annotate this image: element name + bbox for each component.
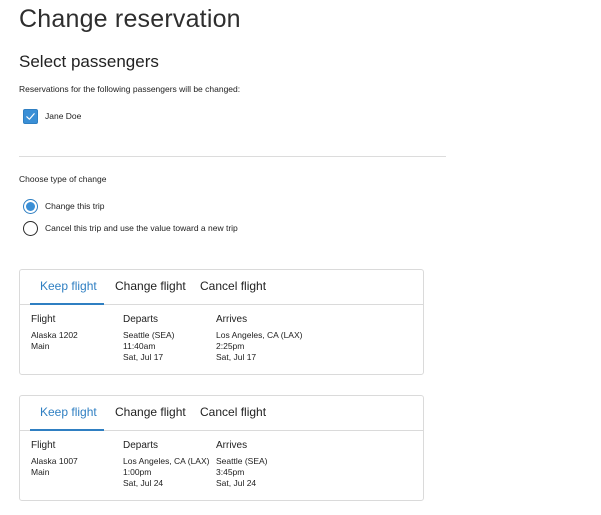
radio-change-this-trip[interactable]: Change this trip — [23, 198, 105, 214]
section-title-select-passengers: Select passengers — [19, 52, 159, 71]
departure-time: 1:00pm — [123, 467, 152, 477]
departs-column-header: Departs — [123, 314, 159, 325]
departure-city: Los Angeles, CA (LAX) — [123, 456, 210, 466]
active-tab-indicator — [30, 429, 104, 431]
arrival-date: Sat, Jul 17 — [216, 352, 257, 362]
active-tab-indicator — [30, 303, 104, 305]
radio-label: Change this trip — [45, 201, 105, 211]
flight-card: Keep flight Change flight Cancel flight … — [19, 269, 424, 375]
tab-keep-flight[interactable]: Keep flight — [40, 279, 97, 305]
radio-button[interactable] — [23, 220, 38, 236]
change-type-title: Choose type of change — [19, 174, 107, 184]
arrival-city: Los Angeles, CA (LAX) — [216, 330, 303, 340]
flight-column-header: Flight — [31, 314, 56, 325]
flight-number: Alaska 1007 — [31, 456, 78, 466]
radio-cancel-trip[interactable]: Cancel this trip and use the value towar… — [23, 220, 238, 236]
section-divider — [19, 156, 446, 157]
flight-number: Alaska 1202 — [31, 330, 78, 340]
arrives-column-header: Arrives — [216, 440, 248, 451]
passenger-checkbox[interactable] — [23, 108, 38, 124]
passenger-name: Jane Doe — [45, 111, 82, 121]
passengers-note: Reservations for the following passenger… — [19, 84, 241, 94]
checkmark-icon — [26, 112, 35, 120]
flight-action-tabs: Keep flight Change flight Cancel flight — [20, 270, 423, 305]
flight-column-header: Flight — [31, 440, 56, 451]
tab-change-flight[interactable]: Change flight — [115, 279, 186, 305]
arrival-city: Seattle (SEA) — [216, 456, 268, 466]
cabin-class: Main — [31, 341, 50, 351]
departure-city: Seattle (SEA) — [123, 330, 175, 340]
radio-dot-icon — [26, 201, 35, 211]
tab-cancel-flight[interactable]: Cancel flight — [200, 279, 266, 305]
departs-column-header: Departs — [123, 440, 159, 451]
arrival-date: Sat, Jul 24 — [216, 478, 257, 488]
arrival-time: 3:45pm — [216, 467, 245, 477]
flight-card: Keep flight Change flight Cancel flight … — [19, 395, 424, 501]
radio-button-selected[interactable] — [23, 198, 38, 214]
page-title: Change reservation — [19, 5, 241, 33]
passenger-checkbox-row[interactable]: Jane Doe — [23, 108, 81, 124]
arrival-time: 2:25pm — [216, 341, 245, 351]
tab-cancel-flight[interactable]: Cancel flight — [200, 405, 266, 431]
flight-action-tabs: Keep flight Change flight Cancel flight — [20, 396, 423, 431]
tab-change-flight[interactable]: Change flight — [115, 405, 186, 431]
tab-keep-flight[interactable]: Keep flight — [40, 405, 97, 431]
radio-label: Cancel this trip and use the value towar… — [45, 223, 238, 233]
arrives-column-header: Arrives — [216, 314, 248, 325]
departure-date: Sat, Jul 24 — [123, 478, 164, 488]
departure-date: Sat, Jul 17 — [123, 352, 164, 362]
departure-time: 11:40am — [123, 341, 156, 351]
cabin-class: Main — [31, 467, 50, 477]
